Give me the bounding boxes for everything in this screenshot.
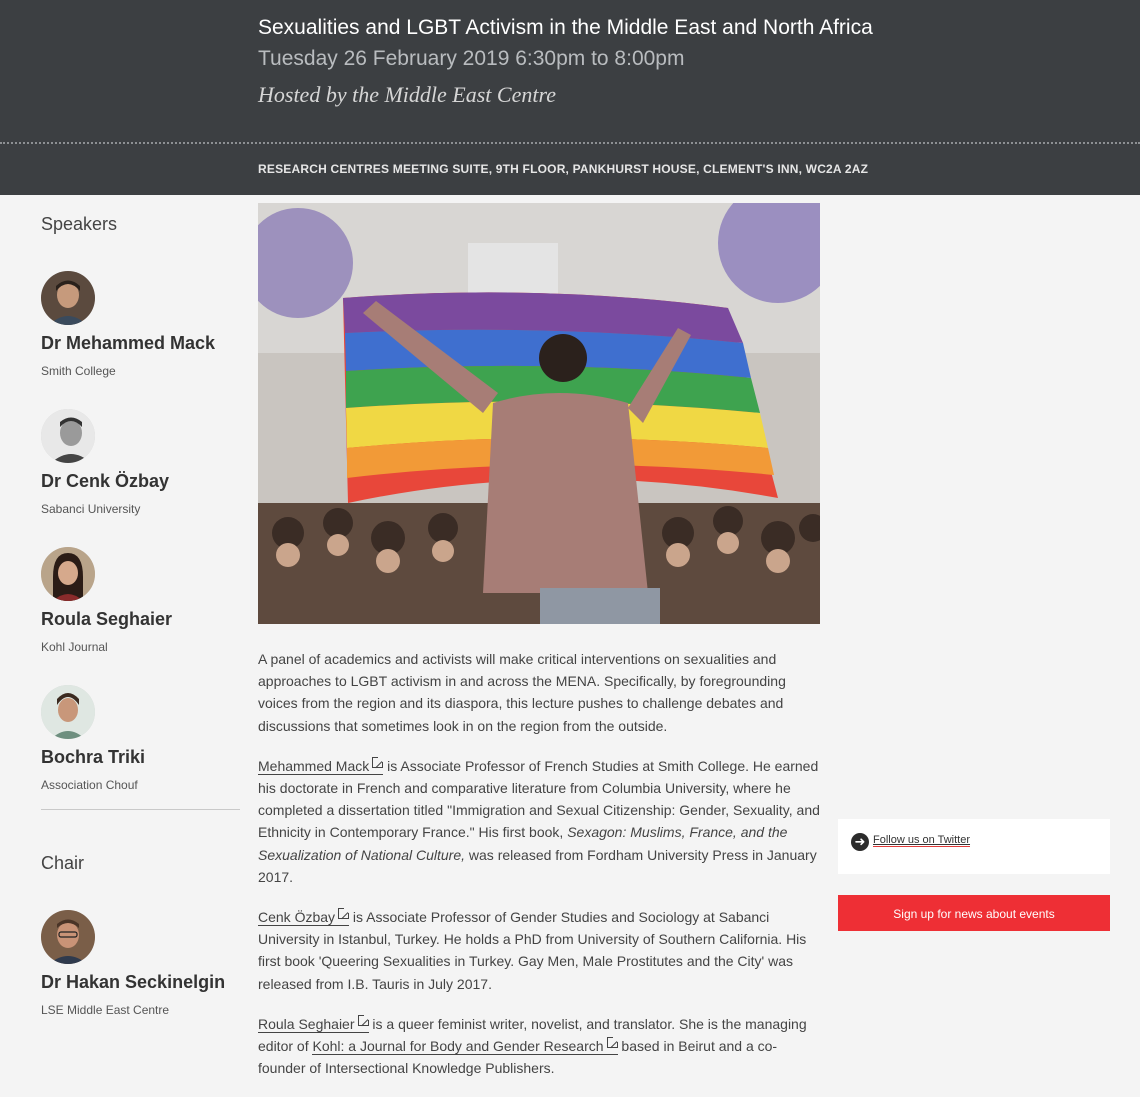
event-host: Hosted by the Middle East Centre xyxy=(258,82,556,107)
bio-mack: Mehammed Mack is Associate Professor of … xyxy=(258,755,820,888)
kohl-journal-link[interactable]: Kohl: a Journal for Body and Gender Rese… xyxy=(312,1037,618,1056)
speaker-avatar xyxy=(41,547,95,601)
speaker-card: Roula Seghaier Kohl Journal xyxy=(41,547,241,667)
event-venue: RESEARCH CENTRES MEETING SUITE, 9TH FLOO… xyxy=(258,162,869,176)
arrow-right-icon: ➜ xyxy=(851,833,869,851)
chair-heading: Chair xyxy=(41,853,85,873)
speaker-affiliation: Kohl Journal xyxy=(41,640,108,654)
speaker-card: Dr Cenk Özbay Sabanci University xyxy=(41,409,241,529)
speaker-name: Roula Seghaier xyxy=(41,609,173,629)
twitter-follow-box: ➜ Follow us on Twitter xyxy=(838,819,1110,874)
speaker-card: Bochra Triki Association Chouf xyxy=(41,685,241,805)
bio-seghaier: Roula Seghaier is a queer feminist write… xyxy=(258,1013,820,1080)
chair-card: Dr Hakan Seckinelgin LSE Middle East Cen… xyxy=(41,910,241,1030)
speaker-avatar xyxy=(41,271,95,325)
external-link-icon xyxy=(357,1014,369,1026)
signup-news-button[interactable]: Sign up for news about events xyxy=(838,895,1110,931)
speaker-affiliation: Smith College xyxy=(41,364,116,378)
ozbay-profile-link[interactable]: Cenk Özbay xyxy=(258,908,350,927)
speaker-affiliation: Association Chouf xyxy=(41,778,138,792)
chair-avatar xyxy=(41,910,95,964)
event-header: Sexualities and LGBT Activism in the Mid… xyxy=(0,0,1140,195)
speaker-name: Dr Cenk Özbay xyxy=(41,471,170,491)
sidebar-divider xyxy=(41,809,240,810)
bio-ozbay: Cenk Özbay is Associate Professor of Gen… xyxy=(258,906,820,995)
speaker-card: Dr Mehammed Mack Smith College xyxy=(41,271,241,391)
speaker-avatar xyxy=(41,409,95,463)
kohl-link-label: Kohl: a Journal for Body and Gender Rese… xyxy=(312,1038,604,1055)
event-datetime: Tuesday 26 February 2019 6:30pm to 8:00p… xyxy=(258,47,685,70)
event-title: Sexualities and LGBT Activism in the Mid… xyxy=(258,16,873,39)
speaker-affiliation: Sabanci University xyxy=(41,502,141,516)
external-link-icon xyxy=(606,1037,618,1049)
intro-paragraph: A panel of academics and activists will … xyxy=(258,651,786,734)
event-description: A panel of academics and activists will … xyxy=(258,648,820,1097)
speaker-name: Bochra Triki xyxy=(41,747,146,767)
chair-name: Dr Hakan Seckinelgin xyxy=(41,972,226,992)
chair-affiliation: LSE Middle East Centre xyxy=(41,1003,170,1017)
seghaier-profile-link[interactable]: Roula Seghaier xyxy=(258,1014,369,1033)
follow-twitter-link[interactable]: Follow us on Twitter xyxy=(873,834,971,847)
ozbay-link-label: Cenk Özbay xyxy=(258,909,336,926)
external-link-icon xyxy=(338,908,350,920)
mack-link-label: Mehammed Mack xyxy=(258,757,370,774)
event-photo xyxy=(258,203,820,624)
speaker-name: Dr Mehammed Mack xyxy=(41,333,216,353)
mack-profile-link[interactable]: Mehammed Mack xyxy=(258,756,384,775)
speaker-avatar xyxy=(41,685,95,739)
speakers-heading: Speakers xyxy=(41,214,118,234)
header-divider xyxy=(0,142,1140,144)
seghaier-link-label: Roula Seghaier xyxy=(258,1015,355,1032)
external-link-icon xyxy=(372,756,384,768)
